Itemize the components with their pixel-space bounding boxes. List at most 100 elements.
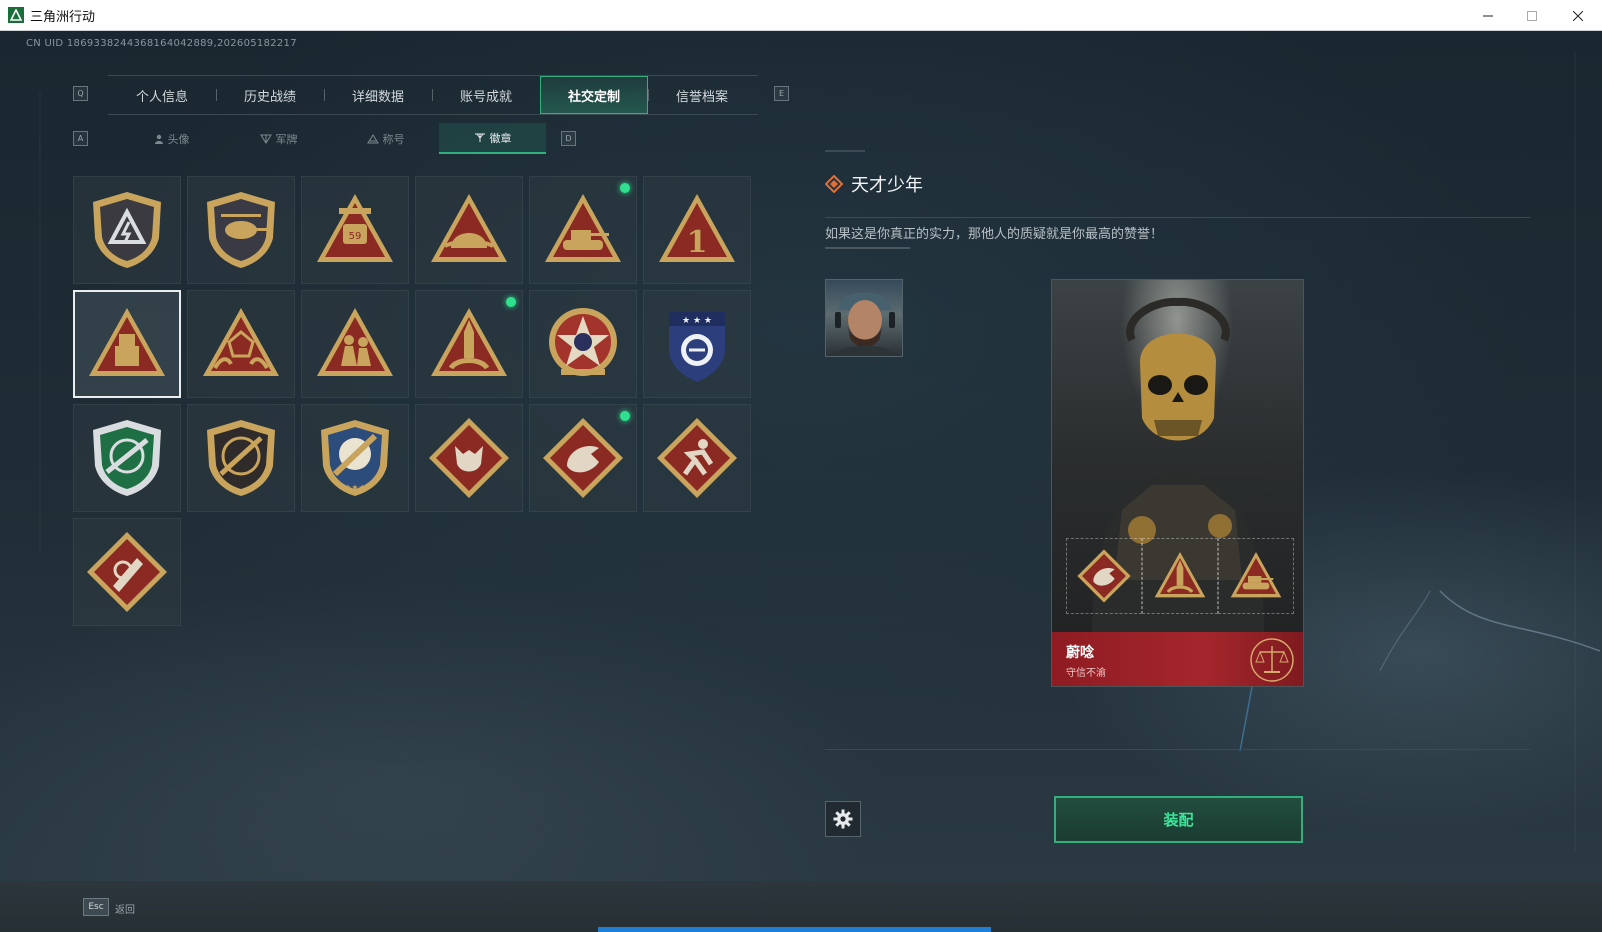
new-indicator [620, 411, 630, 421]
detail-header: 天才少年 [825, 171, 923, 197]
card-slot-1[interactable] [1066, 538, 1142, 614]
subtab-title-label: 称号 [382, 132, 405, 146]
star-compass-badge-icon [549, 308, 617, 376]
minimize-icon[interactable] [1466, 0, 1510, 31]
blue-emblem-badge[interactable]: ★ ★ ★ [643, 290, 751, 398]
green-rifle-badge-icon [93, 420, 161, 496]
rocket-badge[interactable] [415, 290, 523, 398]
wolf-diamond-badge[interactable] [415, 404, 523, 512]
subtab-dogtag[interactable]: 军牌 [225, 123, 332, 154]
card-slot-2[interactable] [1142, 538, 1218, 614]
window-title: 三角洲行动 [30, 9, 96, 25]
subtab-badge[interactable]: 徽章 [439, 123, 546, 154]
subtab-avatar-label: 头像 [167, 132, 190, 146]
lightning-shield-badge-icon [93, 192, 161, 268]
back-label[interactable]: 返回 [115, 901, 135, 916]
vehicle-59-badge[interactable]: 59 [301, 176, 409, 284]
gear-icon [833, 809, 853, 829]
badge-icon [474, 133, 485, 142]
number-one-badge[interactable]: 1 [643, 176, 751, 284]
vehicle-59-badge-icon: 59 [317, 194, 393, 262]
avatar [825, 279, 903, 357]
hands-dice-badge-icon [203, 308, 279, 376]
helmet-triangle-badge[interactable] [415, 176, 523, 284]
wolf-diamond-badge-icon [429, 418, 509, 498]
title-icon [366, 133, 379, 143]
helicopter-badge-icon [207, 192, 275, 268]
rifle-shield-badge[interactable] [187, 404, 295, 512]
scales-emblem-icon [1250, 638, 1294, 682]
operator-name: 蔚唸 [1066, 645, 1094, 661]
footer-bar: Esc 返回 [0, 881, 1602, 932]
subtab-avatar[interactable]: 头像 [118, 123, 225, 154]
star-compass-badge[interactable] [529, 290, 637, 398]
rocket-badge-icon [431, 308, 507, 376]
helmet-triangle-badge-icon [431, 194, 507, 262]
person-icon [154, 134, 163, 144]
helicopter-badge[interactable] [187, 176, 295, 284]
missile-diamond-badge-icon [87, 532, 167, 612]
equip-button[interactable]: 装配 [1054, 796, 1303, 843]
bottom-divider [825, 749, 1530, 750]
operator-card: 蔚唸 守信不渝 [1051, 279, 1304, 687]
lightning-shield-badge[interactable] [73, 176, 181, 284]
card-badge-slots [1066, 538, 1294, 614]
sub-tab-bar: 头像 军牌 称号 徽章 [118, 123, 548, 154]
card-slot-3[interactable] [1218, 538, 1294, 614]
key-hint-e[interactable]: E [774, 86, 789, 101]
number-one-badge-icon: 1 [659, 194, 735, 262]
new-indicator [506, 297, 516, 307]
dragon-diamond-badge[interactable] [529, 404, 637, 512]
rifle-shield-badge-icon [207, 420, 275, 496]
subtab-dogtag-label: 军牌 [275, 132, 298, 146]
operator-motto: 守信不渝 [1066, 668, 1106, 679]
detail-accent-line [825, 150, 865, 152]
svg-text:★ ★ ★: ★ ★ ★ [682, 316, 712, 326]
sniper-crest-badge[interactable]: ★★★ [301, 404, 409, 512]
tab-detailed-data[interactable]: 详细数据 [324, 76, 432, 114]
loading-progress [0, 927, 1602, 932]
tank-badge[interactable] [529, 176, 637, 284]
esc-key[interactable]: Esc [83, 898, 109, 916]
diamond-marker-icon [825, 175, 843, 193]
usb-triangle-badge-icon [89, 308, 165, 376]
dogtag-icon [259, 134, 272, 144]
settings-button[interactable] [825, 801, 861, 837]
rocket-badge-icon [1154, 552, 1206, 598]
hands-dice-badge[interactable] [187, 290, 295, 398]
tab-personal-info[interactable]: 个人信息 [108, 76, 216, 114]
maximize-icon[interactable] [1510, 0, 1554, 31]
tab-social-custom[interactable]: 社交定制 [540, 76, 648, 114]
app-logo-icon [8, 7, 24, 23]
tank-badge-icon [545, 194, 621, 262]
runner-diamond-badge[interactable] [643, 404, 751, 512]
soldiers-badge[interactable] [301, 290, 409, 398]
green-rifle-badge[interactable] [73, 404, 181, 512]
missile-diamond-badge[interactable] [73, 518, 181, 626]
dragon-diamond-badge-icon [543, 418, 623, 498]
dragon-diamond-badge-icon [1077, 549, 1131, 603]
tab-achievements[interactable]: 账号成就 [432, 76, 540, 114]
key-hint-d[interactable]: D [561, 131, 576, 146]
key-hint-q[interactable]: Q [73, 86, 88, 101]
loading-progress-fill [598, 927, 991, 932]
tab-credit-record[interactable]: 信誉档案 [648, 76, 756, 114]
detail-divider [825, 217, 1530, 218]
soldiers-badge-icon [317, 308, 393, 376]
close-icon[interactable] [1556, 0, 1600, 31]
game-background: CN UID 1869338244368164042889,2026051822… [0, 31, 1602, 881]
usb-triangle-badge[interactable] [73, 290, 181, 398]
window-titlebar: 三角洲行动 [0, 0, 1602, 31]
svg-text:59: 59 [349, 231, 362, 242]
sniper-crest-badge-icon: ★★★ [321, 420, 389, 496]
new-indicator [620, 183, 630, 193]
card-nameplate: 蔚唸 守信不渝 [1052, 632, 1303, 686]
blue-emblem-badge-icon: ★ ★ ★ [669, 312, 725, 382]
badge-description: 如果这是你真正的实力，那他人的质疑就是你最高的赞誉！ [825, 227, 1164, 242]
tab-history[interactable]: 历史战绩 [216, 76, 324, 114]
badge-title: 天才少年 [851, 175, 923, 196]
subtab-title[interactable]: 称号 [332, 123, 439, 154]
svg-text:1: 1 [687, 225, 708, 260]
subtab-badge-label: 徽章 [489, 131, 512, 145]
key-hint-a[interactable]: A [73, 131, 88, 146]
